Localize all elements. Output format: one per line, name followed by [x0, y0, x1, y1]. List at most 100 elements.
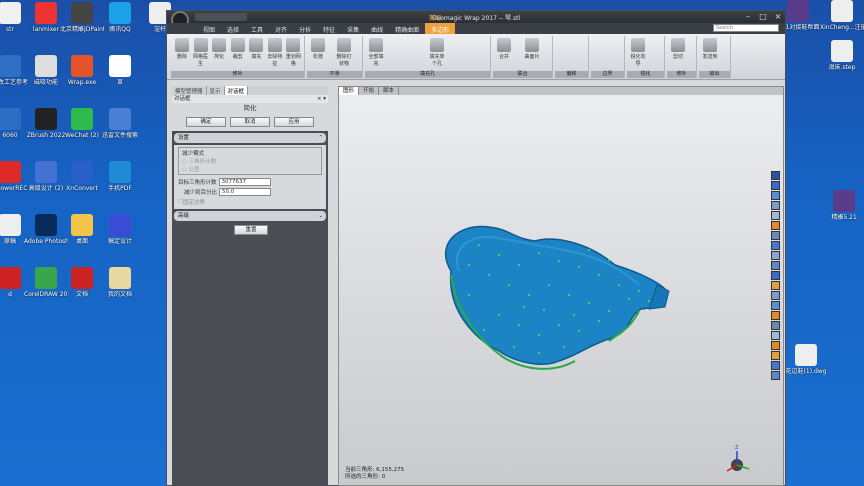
desktop-icon[interactable]: 滑床.step [820, 40, 864, 71]
apply-button[interactable]: 应用 [274, 117, 314, 127]
viewport-tab[interactable]: 开始 [359, 87, 380, 95]
view-tool-icon[interactable] [771, 251, 780, 260]
ribbon-tool-icon [497, 38, 511, 52]
panel-tab[interactable]: 模型管理器 [172, 86, 207, 95]
desktop-app-icon [0, 108, 21, 130]
ribbon-tab[interactable]: 多边形 [425, 23, 456, 34]
ribbon-button[interactable]: 曲面片 [523, 38, 541, 60]
view-tool-icon[interactable] [771, 201, 780, 210]
ribbon-button[interactable]: 全部填充 [367, 38, 385, 67]
view-tool-icon[interactable] [771, 191, 780, 200]
desktop-icon[interactable]: 腾讯QQ [98, 2, 142, 33]
ribbon-button[interactable]: 网格医生 [192, 38, 210, 67]
ribbon-button[interactable]: 发送到 [701, 38, 719, 60]
ribbon-button[interactable]: 简化 [210, 38, 228, 60]
desktop-app-icon [831, 0, 853, 22]
view-tool-icon[interactable] [771, 361, 780, 370]
settings-section-header[interactable]: 设置 ⌃ [174, 133, 326, 143]
ribbon-button-label: 填充单个孔 [429, 54, 445, 67]
panel-tab[interactable]: 对话框 [224, 86, 249, 95]
ribbon-button-label: 发送到 [702, 54, 718, 60]
minimize-icon[interactable]: – [741, 11, 755, 23]
view-tool-icon[interactable] [771, 181, 780, 190]
view-tool-icon[interactable] [771, 241, 780, 250]
view-tool-icon[interactable] [771, 261, 780, 270]
maximize-icon[interactable]: □ [756, 11, 770, 23]
ribbon-button[interactable]: 锐化向导 [629, 38, 647, 67]
desktop-icon[interactable]: 我的文档 [98, 267, 142, 298]
view-tool-icon[interactable] [771, 211, 780, 220]
ribbon-button[interactable]: 剪切 [669, 38, 687, 60]
ribbon-button[interactable]: 合并 [495, 38, 513, 60]
ribbon-tab[interactable]: 选择 [221, 23, 245, 34]
desktop-icon[interactable]: 稿定设计 [98, 214, 142, 245]
fix-boundary-row[interactable]: ☐ 固定边界 [178, 197, 322, 207]
reset-button[interactable]: 重置 [234, 225, 268, 235]
ribbon-button[interactable]: 填充 [247, 38, 265, 60]
ribbon-tab[interactable]: 视图 [197, 23, 221, 34]
view-tool-icon[interactable] [771, 291, 780, 300]
desktop-icon[interactable]: 精雕5.21 [822, 190, 864, 221]
ribbon-button-label: 简化 [214, 54, 225, 60]
desktop-icon-label: 花边鞋(1).dwg [785, 368, 827, 375]
view-tool-icon[interactable] [771, 281, 780, 290]
view-tool-icon[interactable] [771, 171, 780, 180]
ribbon-tab[interactable]: 分析 [293, 23, 317, 34]
ribbon-button[interactable]: 去除特征 [266, 38, 284, 67]
ribbon-tab[interactable]: 对齐 [269, 23, 293, 34]
model-canvas[interactable]: Z [339, 95, 785, 486]
view-tool-icon[interactable] [771, 271, 780, 280]
close-icon[interactable]: × [771, 11, 785, 23]
desktop-icon[interactable]: XinCheng...注册机 [820, 0, 864, 31]
ribbon-button[interactable]: 删除 [173, 38, 191, 60]
percent-input[interactable]: 50.0 [219, 188, 272, 196]
ribbon-group: 松弛 删除钉状物 平滑 [307, 36, 363, 78]
viewport-tab[interactable]: 图形 [339, 87, 360, 95]
mesh-marker [607, 258, 611, 262]
ribbon-button[interactable]: 松弛 [309, 38, 327, 60]
dock-close-icon[interactable]: × ▾ [317, 95, 326, 103]
advanced-section-header[interactable]: 高级 ⌄ [174, 211, 326, 221]
title-bar[interactable]: Geomagic Wrap 2017 -- 琴.stl 剪切 – □ × [167, 11, 785, 29]
search-input[interactable]: Search [713, 24, 779, 32]
target-triangle-input[interactable]: 3077637 [218, 178, 271, 186]
ribbon-tab[interactable]: 特征 [317, 23, 341, 34]
view-tool-icon[interactable] [771, 371, 780, 380]
desktop-icon[interactable]: 手机PDF [98, 161, 142, 192]
mode-option-triangle-count[interactable]: ○ 三角形计数 [182, 157, 318, 165]
mesh-marker [577, 329, 581, 333]
view-tool-icon[interactable] [771, 221, 780, 230]
expand-icon[interactable]: ⌄ [318, 211, 323, 221]
collapse-icon[interactable]: ⌃ [318, 133, 323, 143]
ribbon-button[interactable]: 重划网格 [284, 38, 302, 67]
view-tool-icon[interactable] [771, 301, 780, 310]
dialog-buttons: 确定 取消 应用 [172, 113, 328, 131]
cancel-button[interactable]: 取消 [230, 117, 270, 127]
mode-option-tolerance[interactable]: ○ 公差 [182, 165, 318, 173]
ribbon-tab[interactable]: 精确曲面 [389, 23, 425, 34]
view-tool-icon[interactable] [771, 321, 780, 330]
ribbon-button[interactable]: 裁剪 [229, 38, 247, 60]
view-tool-icon[interactable] [771, 351, 780, 360]
view-tool-icon[interactable] [771, 311, 780, 320]
desktop-icon-label: 我的文档 [107, 291, 132, 298]
desktop-app-icon [0, 161, 21, 183]
ribbon-tool-icon [631, 38, 645, 52]
desktop-icon[interactable]: 草 [98, 55, 142, 86]
panel-tab[interactable]: 显示 [207, 86, 225, 95]
ribbon-tab[interactable]: 曲线 [365, 23, 389, 34]
view-tool-icon[interactable] [771, 231, 780, 240]
ribbon-button[interactable]: 填充单个孔 [428, 38, 446, 67]
ribbon-tab[interactable]: 工具 [245, 23, 269, 34]
desktop-icon[interactable]: 迅雷文件搜索 [98, 108, 142, 139]
graphics-viewport[interactable]: 图形 开始 脚本 Z 当前三角形: 6,155,275 所选的三角形: 0 [338, 86, 784, 486]
ribbon-tab[interactable]: 采集 [341, 23, 365, 34]
ribbon-button[interactable]: 删除钉状物 [335, 38, 353, 67]
mesh-marker [577, 265, 581, 269]
ok-button[interactable]: 确定 [186, 117, 226, 127]
view-tool-icon[interactable] [771, 331, 780, 340]
view-tool-icon[interactable] [771, 341, 780, 350]
viewport-tab[interactable]: 脚本 [379, 87, 400, 95]
mesh-marker [567, 293, 571, 297]
desktop-icon[interactable]: 花边鞋(1).dwg [784, 344, 828, 375]
